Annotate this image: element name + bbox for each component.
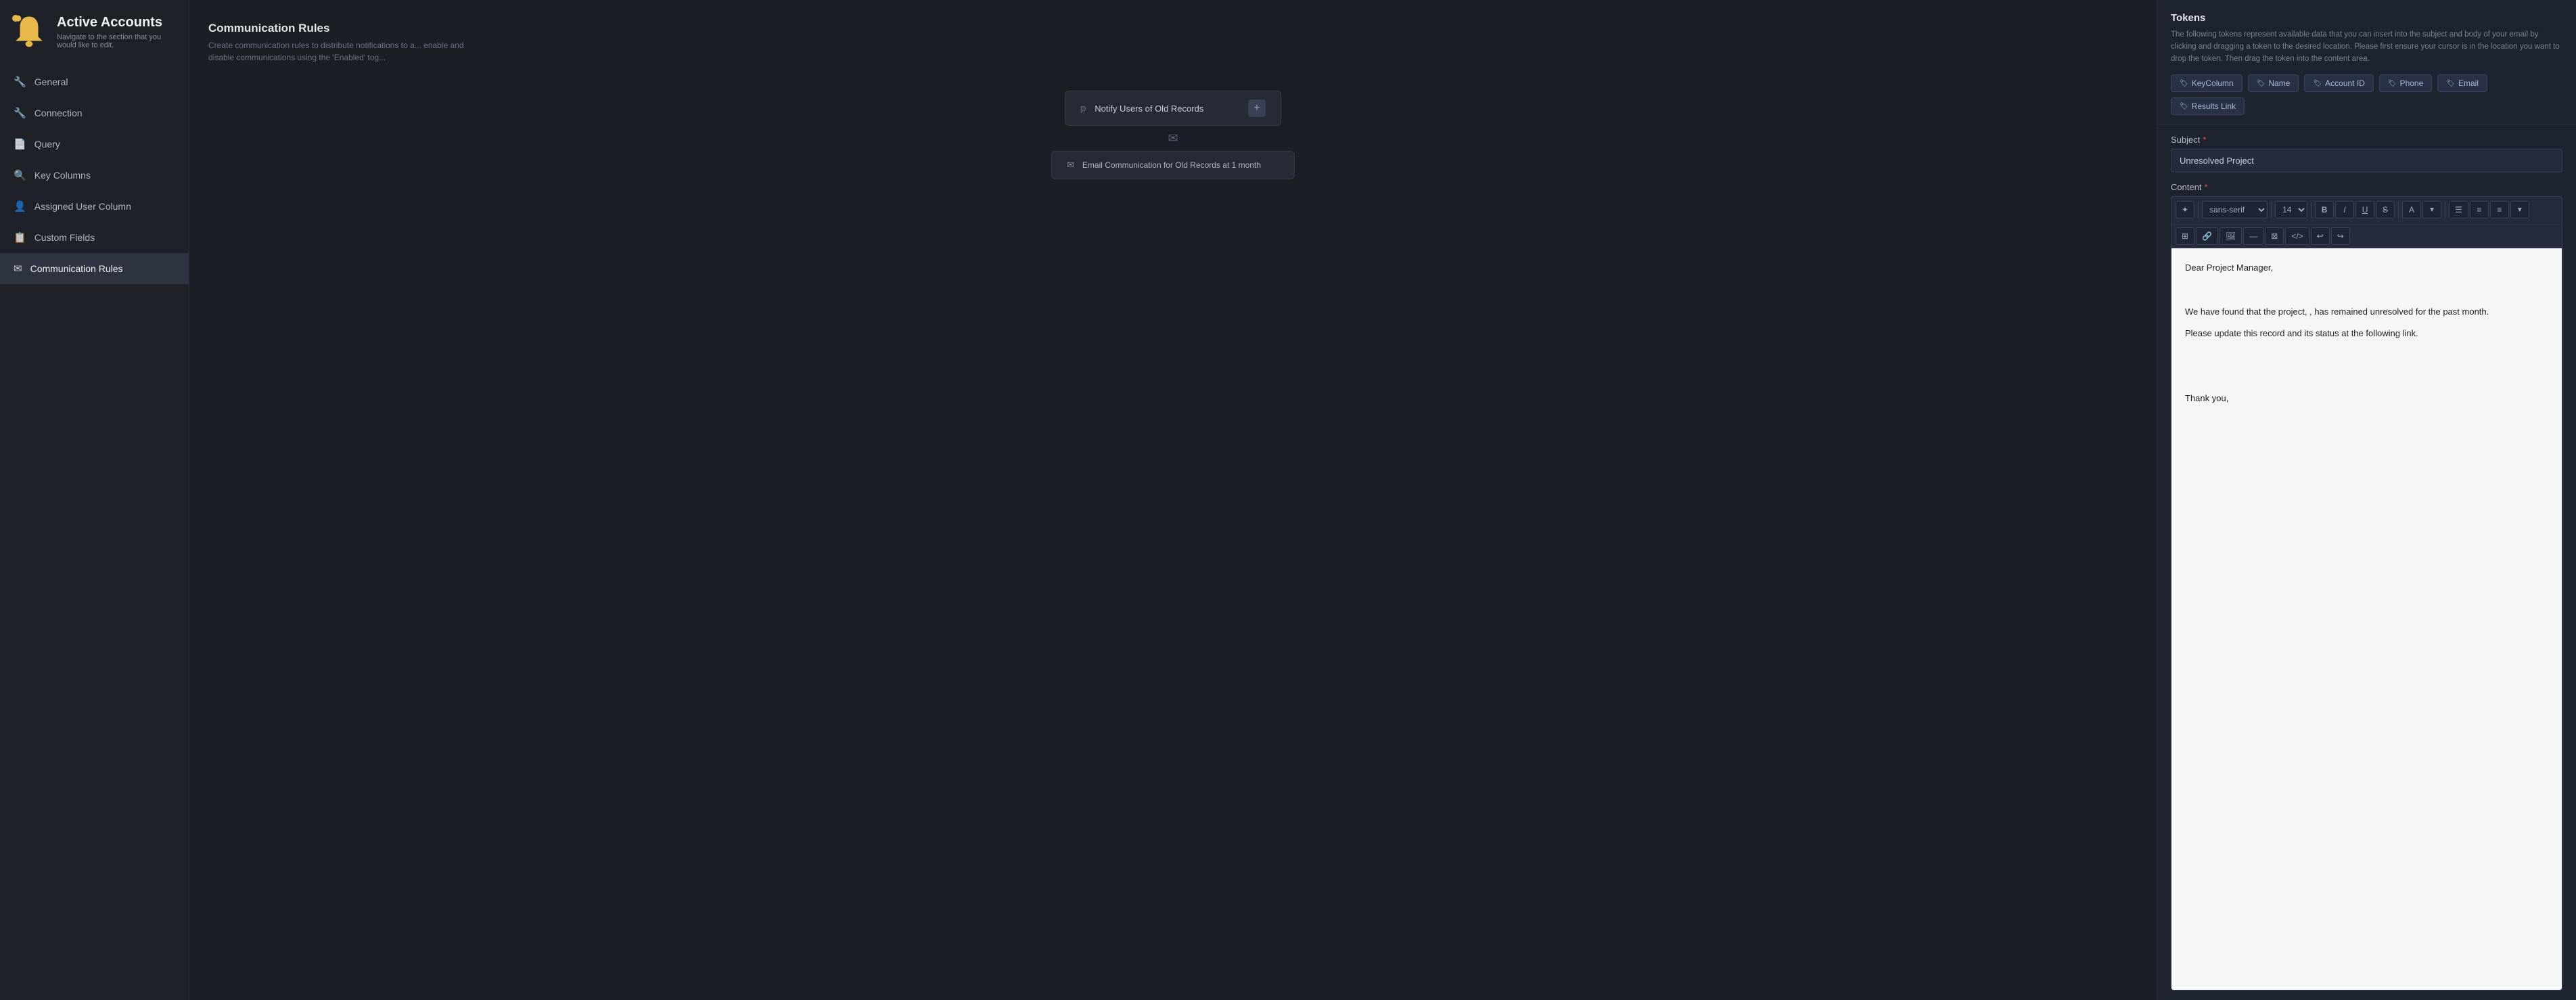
sidebar-item-custom-fields[interactable]: 📋 Custom Fields xyxy=(0,222,189,253)
center-panel: Communication Rules Create communication… xyxy=(189,0,2157,1000)
content-required-star: * xyxy=(2205,182,2208,192)
editor-line-3: We have found that the project, , has re… xyxy=(2185,304,2548,319)
list-unordered-button[interactable]: ☰ xyxy=(2449,201,2468,219)
sidebar-item-connection[interactable]: 🔧 Connection xyxy=(0,97,189,129)
sidebar-item-custom-fields-label: Custom Fields xyxy=(34,232,95,243)
editor-content-area[interactable]: Dear Project Manager, We have found that… xyxy=(2171,248,2562,991)
list-ordered-button[interactable]: ≡ xyxy=(2470,201,2489,219)
sidebar-item-query[interactable]: 📄 Query xyxy=(0,129,189,160)
subject-required-star: * xyxy=(2203,135,2206,145)
rule-connector: ✉ xyxy=(1168,131,1178,145)
sidebar-item-general[interactable]: 🔧 General xyxy=(0,66,189,97)
rule-node-label: Notify Users of Old Records xyxy=(1095,104,1240,114)
font-color-chevron[interactable]: ▼ xyxy=(2422,201,2441,219)
expand-button[interactable]: ⊠ xyxy=(2265,227,2284,245)
sidebar-title-block: Active Accounts Navigate to the section … xyxy=(57,15,178,49)
editor-line-1: Dear Project Manager, xyxy=(2185,260,2548,275)
editor-toolbar-row1: ✦ sans-serif serif monospace 14 12 16 18 xyxy=(2171,196,2562,224)
doc-icon: 📄 xyxy=(14,138,26,150)
link-button[interactable]: 🔗 xyxy=(2196,227,2218,245)
tokens-section: Tokens The following tokens represent av… xyxy=(2157,0,2576,125)
sidebar-item-key-columns[interactable]: 🔍 Key Columns xyxy=(0,160,189,191)
token-name[interactable]: Name xyxy=(2248,74,2299,92)
align-button[interactable]: ≡ xyxy=(2490,201,2509,219)
font-family-select[interactable]: sans-serif serif monospace xyxy=(2202,201,2268,219)
right-panel: Tokens The following tokens represent av… xyxy=(2157,0,2576,1000)
connector-icon: ✉ xyxy=(1168,131,1178,145)
tokens-row: KeyColumn Name Account ID Phone Email Re… xyxy=(2171,74,2562,115)
app-title: Active Accounts xyxy=(57,15,178,30)
token-results-link[interactable]: Results Link xyxy=(2171,97,2245,115)
subject-label: Subject * xyxy=(2171,135,2562,145)
editor-line-4: Please update this record and its status… xyxy=(2185,326,2548,341)
image-button[interactable]: 🖼 xyxy=(2220,227,2242,245)
toolbar-sep2 xyxy=(2271,202,2272,219)
email-icon: ✉ xyxy=(1067,160,1074,171)
person-icon: 👤 xyxy=(14,200,26,212)
email-rule-node[interactable]: ✉ Email Communication for Old Records at… xyxy=(1051,151,1295,179)
section-desc: Create communication rules to distribute… xyxy=(208,39,465,64)
hr-button[interactable]: — xyxy=(2243,227,2263,245)
tokens-title: Tokens xyxy=(2171,12,2562,24)
sidebar-item-general-label: General xyxy=(34,76,68,87)
notification-dot xyxy=(12,15,19,22)
token-keycolumn[interactable]: KeyColumn xyxy=(2171,74,2242,92)
main-area: Communication Rules Create communication… xyxy=(189,0,2576,1000)
font-size-select[interactable]: 14 12 16 18 xyxy=(2275,201,2307,219)
bold-button[interactable]: B xyxy=(2315,201,2334,219)
sidebar-item-query-label: Query xyxy=(34,139,60,150)
wrench-icon-2: 🔧 xyxy=(14,107,26,119)
sidebar-header: Active Accounts Navigate to the section … xyxy=(0,0,189,66)
search-icon: 🔍 xyxy=(14,169,26,181)
token-email[interactable]: Email xyxy=(2437,74,2487,92)
notify-users-rule-node[interactable]: 𝕡 Notify Users of Old Records + xyxy=(1065,91,1281,126)
underline-button[interactable]: U xyxy=(2355,201,2374,219)
content-row: Communication Rules Create communication… xyxy=(189,0,2576,1000)
sidebar: Active Accounts Navigate to the section … xyxy=(0,0,189,1000)
editor-line-6 xyxy=(2185,369,2548,384)
tokens-description: The following tokens represent available… xyxy=(2171,29,2562,65)
sidebar-item-assigned-user-label: Assigned User Column xyxy=(34,201,131,212)
editor-line-5 xyxy=(2185,348,2548,363)
undo-button[interactable]: ↩ xyxy=(2311,227,2330,245)
section-title: Communication Rules xyxy=(208,22,2138,35)
subject-input[interactable] xyxy=(2171,149,2562,173)
token-account-id[interactable]: Account ID xyxy=(2304,74,2373,92)
editor-line-7: Thank you, xyxy=(2185,391,2548,406)
wrench-icon: 🔧 xyxy=(14,76,26,88)
toolbar-sep1 xyxy=(2198,202,2199,219)
sidebar-item-key-columns-label: Key Columns xyxy=(34,170,91,181)
section-header: Communication Rules Create communication… xyxy=(208,22,2138,64)
add-rule-button[interactable]: + xyxy=(1248,99,1266,117)
redo-button[interactable]: ↪ xyxy=(2331,227,2350,245)
italic-button[interactable]: I xyxy=(2335,201,2354,219)
table-button[interactable]: ⊞ xyxy=(2176,227,2194,245)
toolbar-magic-btn[interactable]: ✦ xyxy=(2176,201,2194,219)
sidebar-item-connection-label: Connection xyxy=(34,108,83,118)
code-button[interactable]: </> xyxy=(2285,227,2309,245)
rule-node-icon: 𝕡 xyxy=(1080,103,1086,114)
toolbar-sep3 xyxy=(2311,202,2312,219)
token-phone[interactable]: Phone xyxy=(2379,74,2432,92)
sidebar-item-communication-rules[interactable]: ✉ Communication Rules xyxy=(0,253,189,284)
sidebar-nav: 🔧 General 🔧 Connection 📄 Query 🔍 Key Col… xyxy=(0,66,189,284)
email-rule-label: Email Communication for Old Records at 1… xyxy=(1082,160,1279,170)
strikethrough-button[interactable]: S xyxy=(2376,201,2395,219)
table-icon: 📋 xyxy=(14,231,26,244)
sidebar-item-communication-rules-label: Communication Rules xyxy=(30,263,123,274)
rule-container: 𝕡 Notify Users of Old Records + ✉ ✉ Emai… xyxy=(208,91,2138,179)
editor-section: Subject * Content * ✦ sans-serif serif m… xyxy=(2157,125,2576,1000)
toolbar-sep4 xyxy=(2398,202,2399,219)
bell-icon xyxy=(11,14,47,50)
font-color-button[interactable]: A xyxy=(2402,201,2421,219)
app-subtitle: Navigate to the section that you would l… xyxy=(57,33,178,49)
editor-line-2 xyxy=(2185,283,2548,298)
envelope-icon: ✉ xyxy=(14,263,22,275)
editor-toolbar-row2: ⊞ 🔗 🖼 — ⊠ </> ↩ ↪ xyxy=(2171,224,2562,248)
content-label: Content * xyxy=(2171,182,2562,192)
sidebar-item-assigned-user[interactable]: 👤 Assigned User Column xyxy=(0,191,189,222)
align-chevron[interactable]: ▼ xyxy=(2510,201,2529,219)
